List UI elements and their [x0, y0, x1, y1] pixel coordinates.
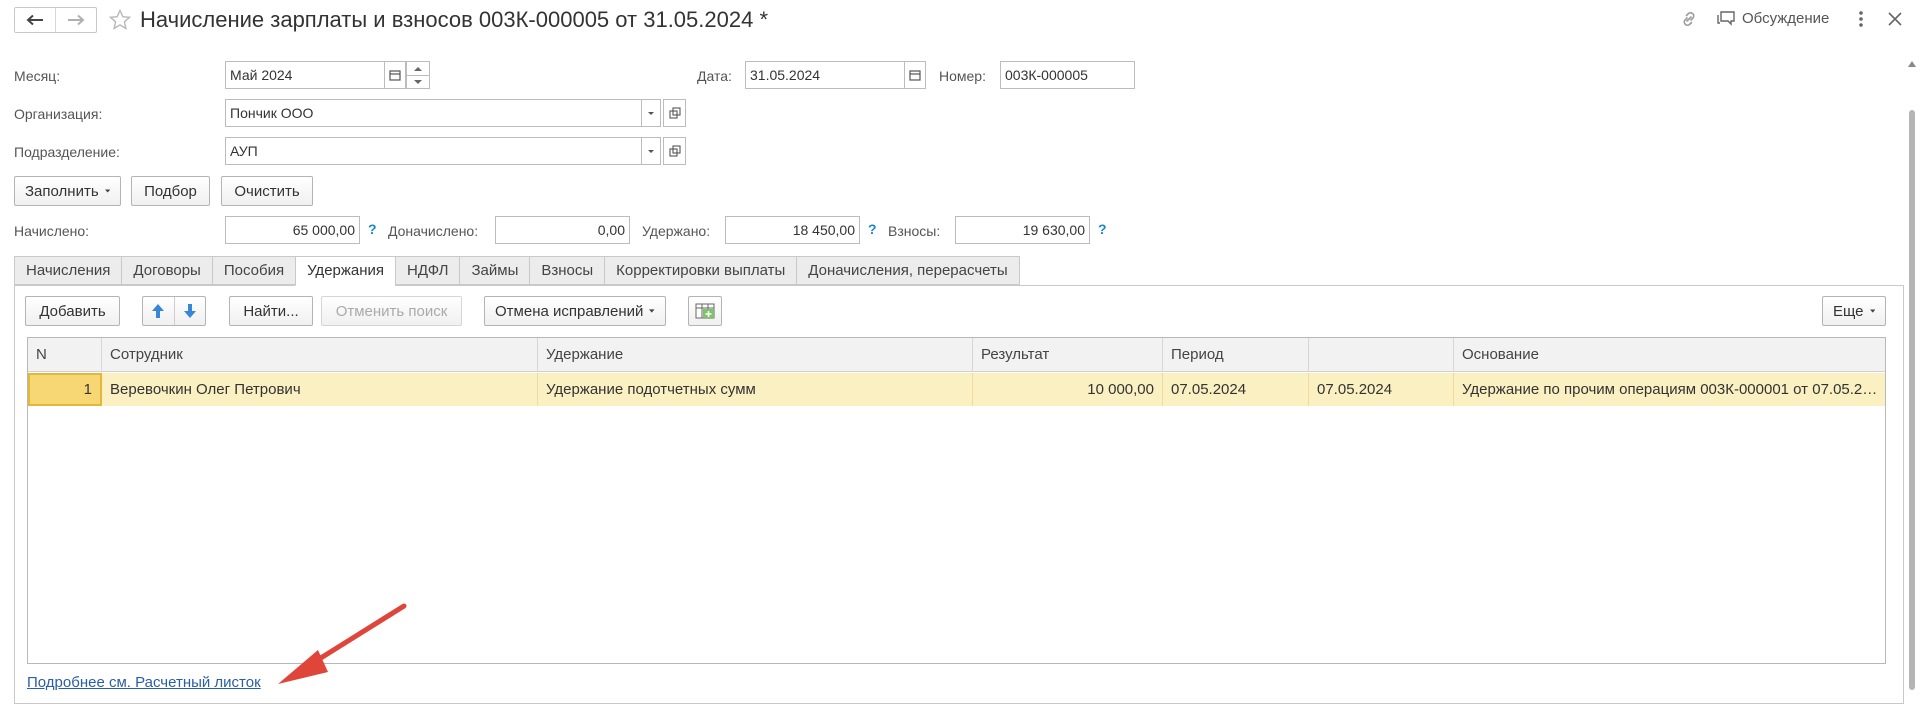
chevron-down-icon [1869, 309, 1875, 313]
select-button[interactable]: Подбор [131, 176, 210, 206]
cell-employee[interactable]: Веревочкин Олег Петрович [102, 373, 538, 406]
column-header-basis[interactable]: Основание [1454, 338, 1886, 372]
move-up-button[interactable] [143, 297, 174, 325]
cell-period-end[interactable]: 07.05.2024 [1309, 373, 1454, 406]
navigation-buttons [14, 7, 97, 33]
tab-benefits[interactable]: Пособия [211, 256, 296, 285]
date-label: Дата: [697, 68, 732, 84]
cell-deduction[interactable]: Удержание подотчетных сумм [538, 373, 973, 406]
organization-dropdown-button[interactable] [641, 99, 661, 127]
arrow-left-icon [26, 14, 43, 26]
department-field[interactable]: АУП [225, 137, 642, 165]
contributions-label: Взносы: [888, 223, 941, 239]
cell-result[interactable]: 10 000,00 [973, 373, 1163, 406]
number-field[interactable]: 003К-000005 [1000, 61, 1135, 89]
table-settings-button[interactable] [688, 296, 722, 326]
month-label: Месяц: [14, 68, 61, 84]
department-dropdown-button[interactable] [641, 137, 661, 165]
discussion-button[interactable]: Обсуждение [1716, 9, 1829, 27]
chevron-down-icon [648, 150, 654, 153]
table-row[interactable]: 1 Веревочкин Олег Петрович Удержание под… [28, 373, 1886, 406]
add-button[interactable]: Добавить [25, 296, 120, 326]
move-buttons [142, 296, 206, 326]
contributions-help-icon[interactable]: ? [1098, 221, 1107, 237]
link-icon[interactable] [1678, 8, 1700, 30]
move-down-button[interactable] [173, 297, 206, 325]
organization-field[interactable]: Пончик ООО [225, 99, 642, 127]
additional-label: Доначислено: [388, 223, 479, 239]
cell-n[interactable]: 1 [28, 373, 102, 406]
tab-contracts[interactable]: Договоры [121, 256, 212, 285]
contributions-field: 19 630,00 [955, 216, 1090, 244]
fill-label: Заполнить [25, 182, 99, 200]
tab-ndfl[interactable]: НДФЛ [395, 256, 460, 285]
arrow-down-icon [183, 304, 196, 318]
table-icon [695, 303, 715, 319]
find-button[interactable]: Найти... [229, 296, 313, 326]
calendar-icon [909, 70, 921, 81]
arrow-up-icon [152, 304, 165, 318]
spin-down-icon [414, 79, 422, 84]
chevron-down-icon [649, 309, 655, 313]
open-icon [668, 145, 681, 157]
column-header-result[interactable]: Результат [973, 338, 1163, 372]
organization-label: Организация: [14, 106, 103, 122]
month-calendar-button[interactable] [384, 61, 406, 89]
month-spinner[interactable] [406, 61, 430, 89]
clear-button[interactable]: Очистить [221, 176, 313, 206]
vertical-scrollbar[interactable] [1907, 55, 1917, 705]
chevron-down-icon [648, 112, 654, 115]
tab-recalculations[interactable]: Доначисления, перерасчеты [796, 256, 1020, 285]
page-title: Начисление зарплаты и взносов 003К-00000… [140, 7, 768, 32]
accrued-help-icon[interactable]: ? [368, 221, 377, 237]
discussion-label: Обсуждение [1742, 9, 1830, 27]
cell-period-start[interactable]: 07.05.2024 [1163, 373, 1309, 406]
department-open-button[interactable] [663, 137, 686, 165]
tab-bar: Начисления Договоры Пособия Удержания НД… [14, 256, 1020, 286]
tab-deductions[interactable]: Удержания [295, 256, 396, 286]
cancel-corrections-button[interactable]: Отмена исправлений [484, 296, 666, 326]
withheld-label: Удержано: [642, 223, 711, 239]
column-header-deduction[interactable]: Удержание [538, 338, 973, 372]
tab-payment-corrections[interactable]: Корректировки выплаты [604, 256, 797, 285]
column-header-period[interactable]: Период [1163, 338, 1309, 372]
column-header-employee[interactable]: Сотрудник [102, 338, 538, 372]
cancel-search-button[interactable]: Отменить поиск [321, 296, 462, 326]
open-icon [668, 107, 681, 119]
spin-up-icon [414, 67, 422, 71]
more-label: Еще [1833, 302, 1864, 320]
annotation-arrow-icon [278, 603, 407, 684]
chat-icon [1717, 11, 1735, 26]
accrued-field: 65 000,00 [225, 216, 360, 244]
table-header: N Сотрудник Удержание Результат Период О… [28, 338, 1885, 372]
column-header-n[interactable]: N [28, 338, 102, 372]
star-icon[interactable] [108, 8, 132, 32]
tab-accruals[interactable]: Начисления [14, 256, 122, 285]
more-button[interactable]: Еще [1822, 296, 1886, 326]
number-label: Номер: [939, 68, 986, 84]
forward-button[interactable] [55, 8, 96, 32]
month-field[interactable]: Май 2024 [225, 61, 385, 89]
accrued-label: Начислено: [14, 223, 90, 239]
back-button[interactable] [15, 8, 55, 32]
payslip-link[interactable]: Подробнее см. Расчетный листок [27, 674, 261, 691]
organization-open-button[interactable] [663, 99, 686, 127]
fill-button[interactable]: Заполнить [14, 176, 121, 206]
additional-field: 0,00 [495, 216, 630, 244]
more-vertical-icon[interactable] [1855, 8, 1867, 30]
close-icon[interactable] [1886, 10, 1904, 28]
withheld-field: 18 450,00 [725, 216, 860, 244]
tab-contributions[interactable]: Взносы [529, 256, 605, 285]
arrow-right-icon [68, 14, 85, 26]
calendar-icon [389, 70, 401, 81]
tab-loans[interactable]: Займы [459, 256, 530, 285]
cell-basis[interactable]: Удержание по прочим операциям 003К-00000… [1454, 373, 1886, 406]
withheld-help-icon[interactable]: ? [868, 221, 877, 237]
column-header-period-end[interactable] [1309, 338, 1454, 372]
chevron-down-icon [104, 189, 110, 193]
cancel-corrections-label: Отмена исправлений [495, 302, 644, 320]
date-field[interactable]: 31.05.2024 [745, 61, 905, 89]
date-calendar-button[interactable] [904, 61, 926, 89]
department-label: Подразделение: [14, 144, 120, 160]
